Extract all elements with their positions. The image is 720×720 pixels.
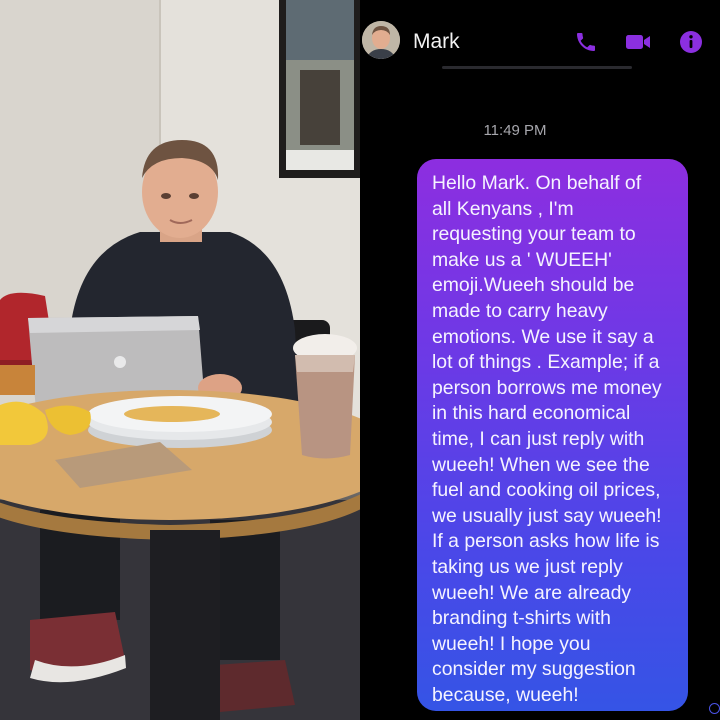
contact-name[interactable]: Mark bbox=[413, 30, 460, 54]
wall-poster bbox=[279, 0, 360, 178]
message-timestamp: 11:49 PM bbox=[483, 122, 547, 139]
read-receipt-icon bbox=[709, 703, 720, 714]
drink-cup bbox=[293, 334, 357, 459]
photo-panel bbox=[0, 0, 360, 720]
sent-message-bubble[interactable]: Hello Mark. On behalf of all Kenyans , I… bbox=[417, 159, 688, 711]
chat-header: Mark bbox=[360, 8, 720, 70]
info-icon[interactable] bbox=[678, 30, 704, 54]
status-bar bbox=[360, 0, 720, 8]
photo-illustration bbox=[0, 0, 360, 720]
messenger-chat-screen: Mark 11:49 PM Hello Mark. On behalf of a… bbox=[360, 0, 720, 720]
phone-icon[interactable] bbox=[573, 30, 599, 54]
contact-avatar[interactable] bbox=[362, 21, 400, 59]
plates bbox=[88, 396, 272, 448]
video-camera-icon[interactable] bbox=[624, 30, 652, 54]
header-divider bbox=[442, 66, 632, 69]
